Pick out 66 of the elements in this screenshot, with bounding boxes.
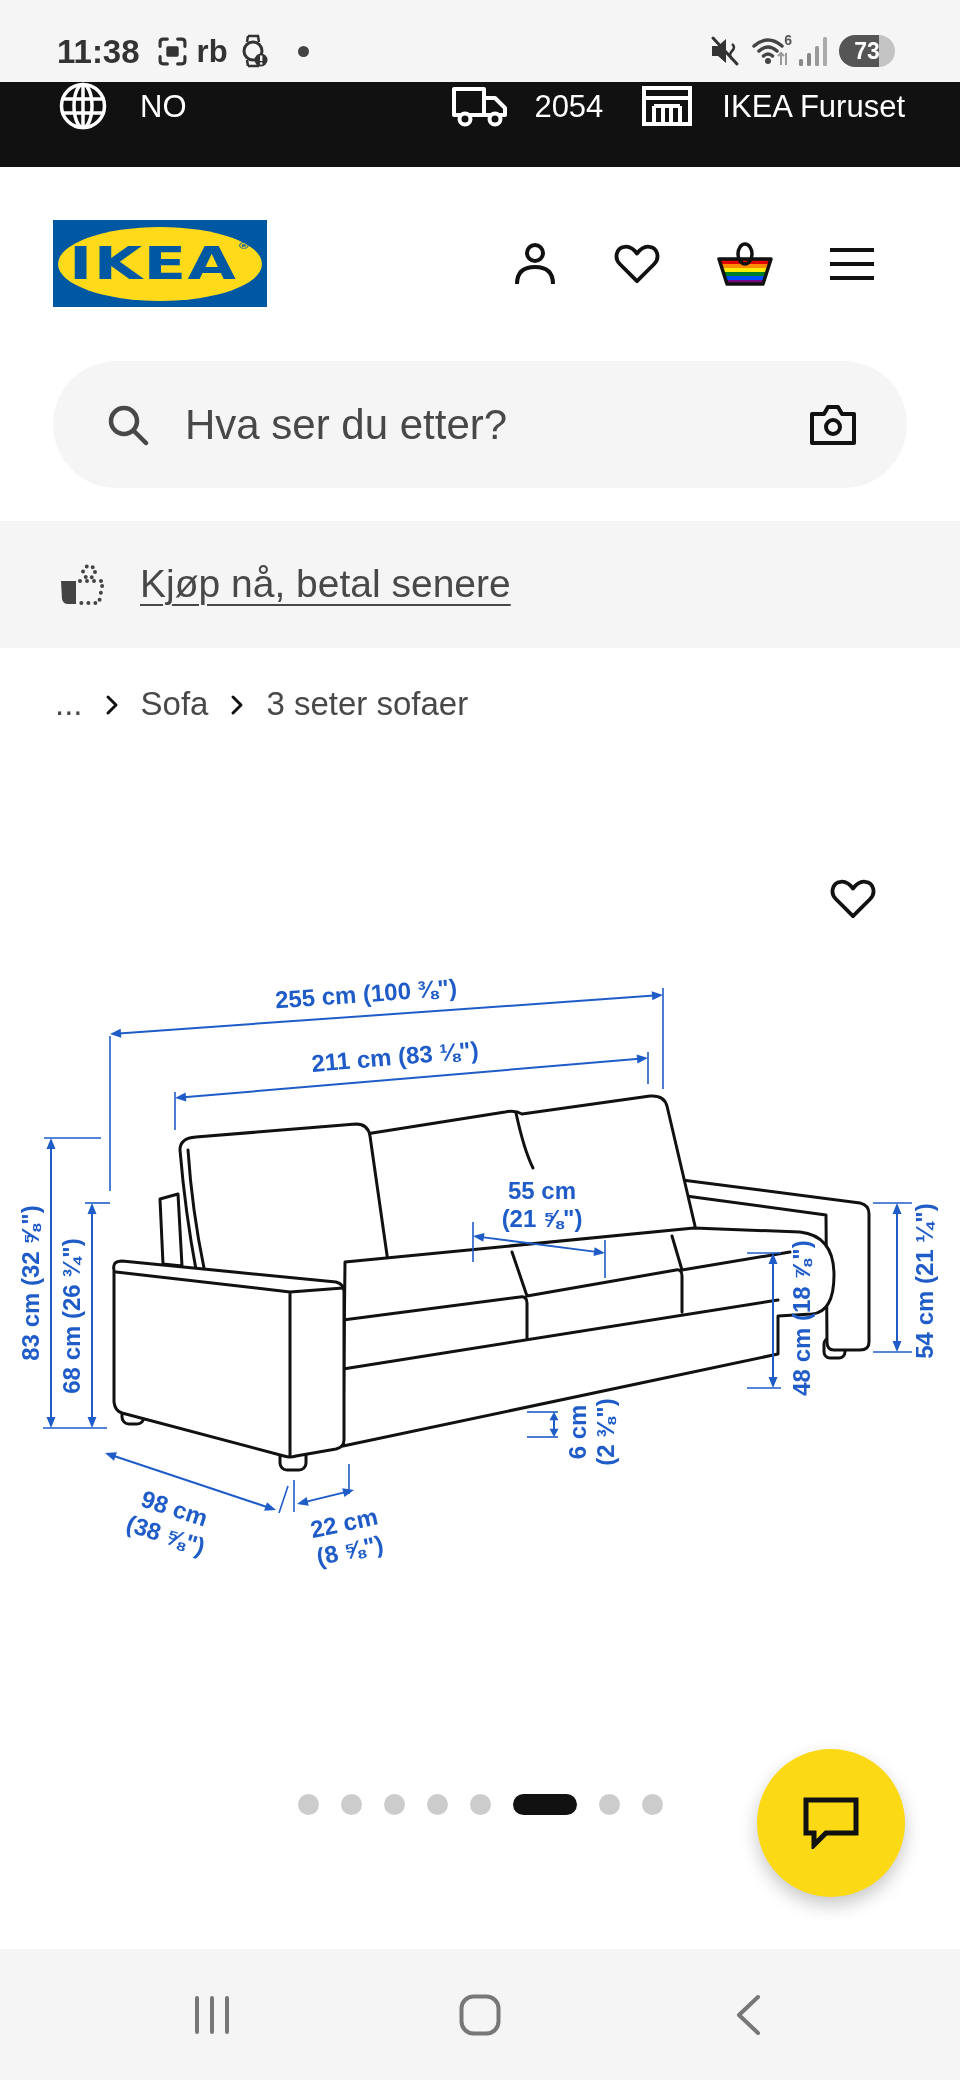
search-field[interactable]: Hva ser du etter? [53, 361, 907, 488]
extension-line [746, 1387, 782, 1389]
store-icon [641, 85, 694, 127]
extension-line [746, 1252, 782, 1254]
breadcrumb-link[interactable]: ... [55, 684, 83, 724]
carousel-dot[interactable] [598, 1794, 620, 1815]
battery-indicator: 73 [839, 35, 895, 67]
carousel-dot[interactable] [383, 1794, 405, 1815]
menu-icon [830, 246, 874, 281]
dimension-arrow [297, 1488, 354, 1506]
recent-apps-icon [194, 1994, 230, 2035]
status-indicator-text: rb [196, 35, 228, 67]
speech-bubble-icon [803, 1797, 859, 1849]
dimension-label: 255 cm (100 ⅜") [274, 973, 458, 1014]
carousel-dot[interactable] [469, 1794, 491, 1815]
extension-line [647, 1051, 649, 1085]
chevron-icon [230, 694, 245, 716]
extension-line [42, 1427, 108, 1429]
dimension-label: 83 cm (32 ⅝") [17, 1205, 44, 1361]
promo-link[interactable]: Kjøp nå, betal senere [140, 563, 511, 606]
dimension-label: 211 cm (83 ⅛") [310, 1036, 480, 1077]
dimension-label: 55 cm (21 ⅝") [501, 1177, 583, 1232]
chat-button[interactable] [757, 1749, 905, 1897]
truck-icon [451, 85, 510, 127]
back-icon [735, 1993, 761, 2036]
user-icon [513, 241, 557, 286]
extension-line [526, 1411, 559, 1413]
carousel-dot[interactable] [641, 1794, 663, 1815]
dimension-label: 54 cm (21 ¼") [911, 1203, 938, 1359]
dimension-label: 6 cm (2 ⅜") [564, 1398, 619, 1466]
extension-line [293, 1479, 295, 1513]
extension-line [174, 1091, 176, 1131]
extension-line [84, 1202, 111, 1204]
wifi-label: 6 [784, 33, 792, 47]
signal-icon [798, 35, 827, 67]
search-icon [107, 403, 149, 446]
dimension-arrow [549, 1412, 559, 1437]
carousel-dot[interactable] [426, 1794, 448, 1815]
dot-icon [297, 45, 309, 57]
breadcrumb-link[interactable]: Sofa [140, 684, 209, 724]
extension-line [43, 1137, 102, 1139]
extension-line [604, 1239, 606, 1279]
heart-icon [614, 242, 660, 285]
dimension-label: 48 cm (18 ⅞") [788, 1240, 815, 1396]
dimension-label: 68 cm (26 ¾") [58, 1238, 85, 1394]
dimension-label: 22 cm (8 ⅝") [307, 1502, 386, 1571]
home-icon [459, 1993, 501, 2036]
extension-line [526, 1436, 559, 1438]
status-time: 11:38 [57, 34, 140, 68]
basket-icon [717, 240, 773, 287]
screenshot-icon [156, 35, 188, 67]
chevron-icon [104, 694, 119, 716]
search-input[interactable]: Hva ser du etter? [185, 394, 803, 455]
extension-line [872, 1202, 913, 1204]
carousel-dot[interactable] [340, 1794, 362, 1815]
extension-line [472, 1221, 474, 1263]
extension-line [278, 1485, 289, 1514]
breadcrumb-link[interactable]: 3 seter sofaer [266, 684, 469, 724]
store-link[interactable]: IKEA Furuset [641, 85, 905, 127]
carousel-dot[interactable] [297, 1794, 319, 1815]
postcode-link[interactable]: 2054 [451, 85, 604, 127]
language-link[interactable]: NO [59, 82, 187, 130]
camera-icon [809, 403, 857, 446]
extension-line [348, 1463, 350, 1495]
extension-line [872, 1351, 913, 1353]
dimension-label: 98 cm (38 ⅝") [123, 1484, 211, 1561]
